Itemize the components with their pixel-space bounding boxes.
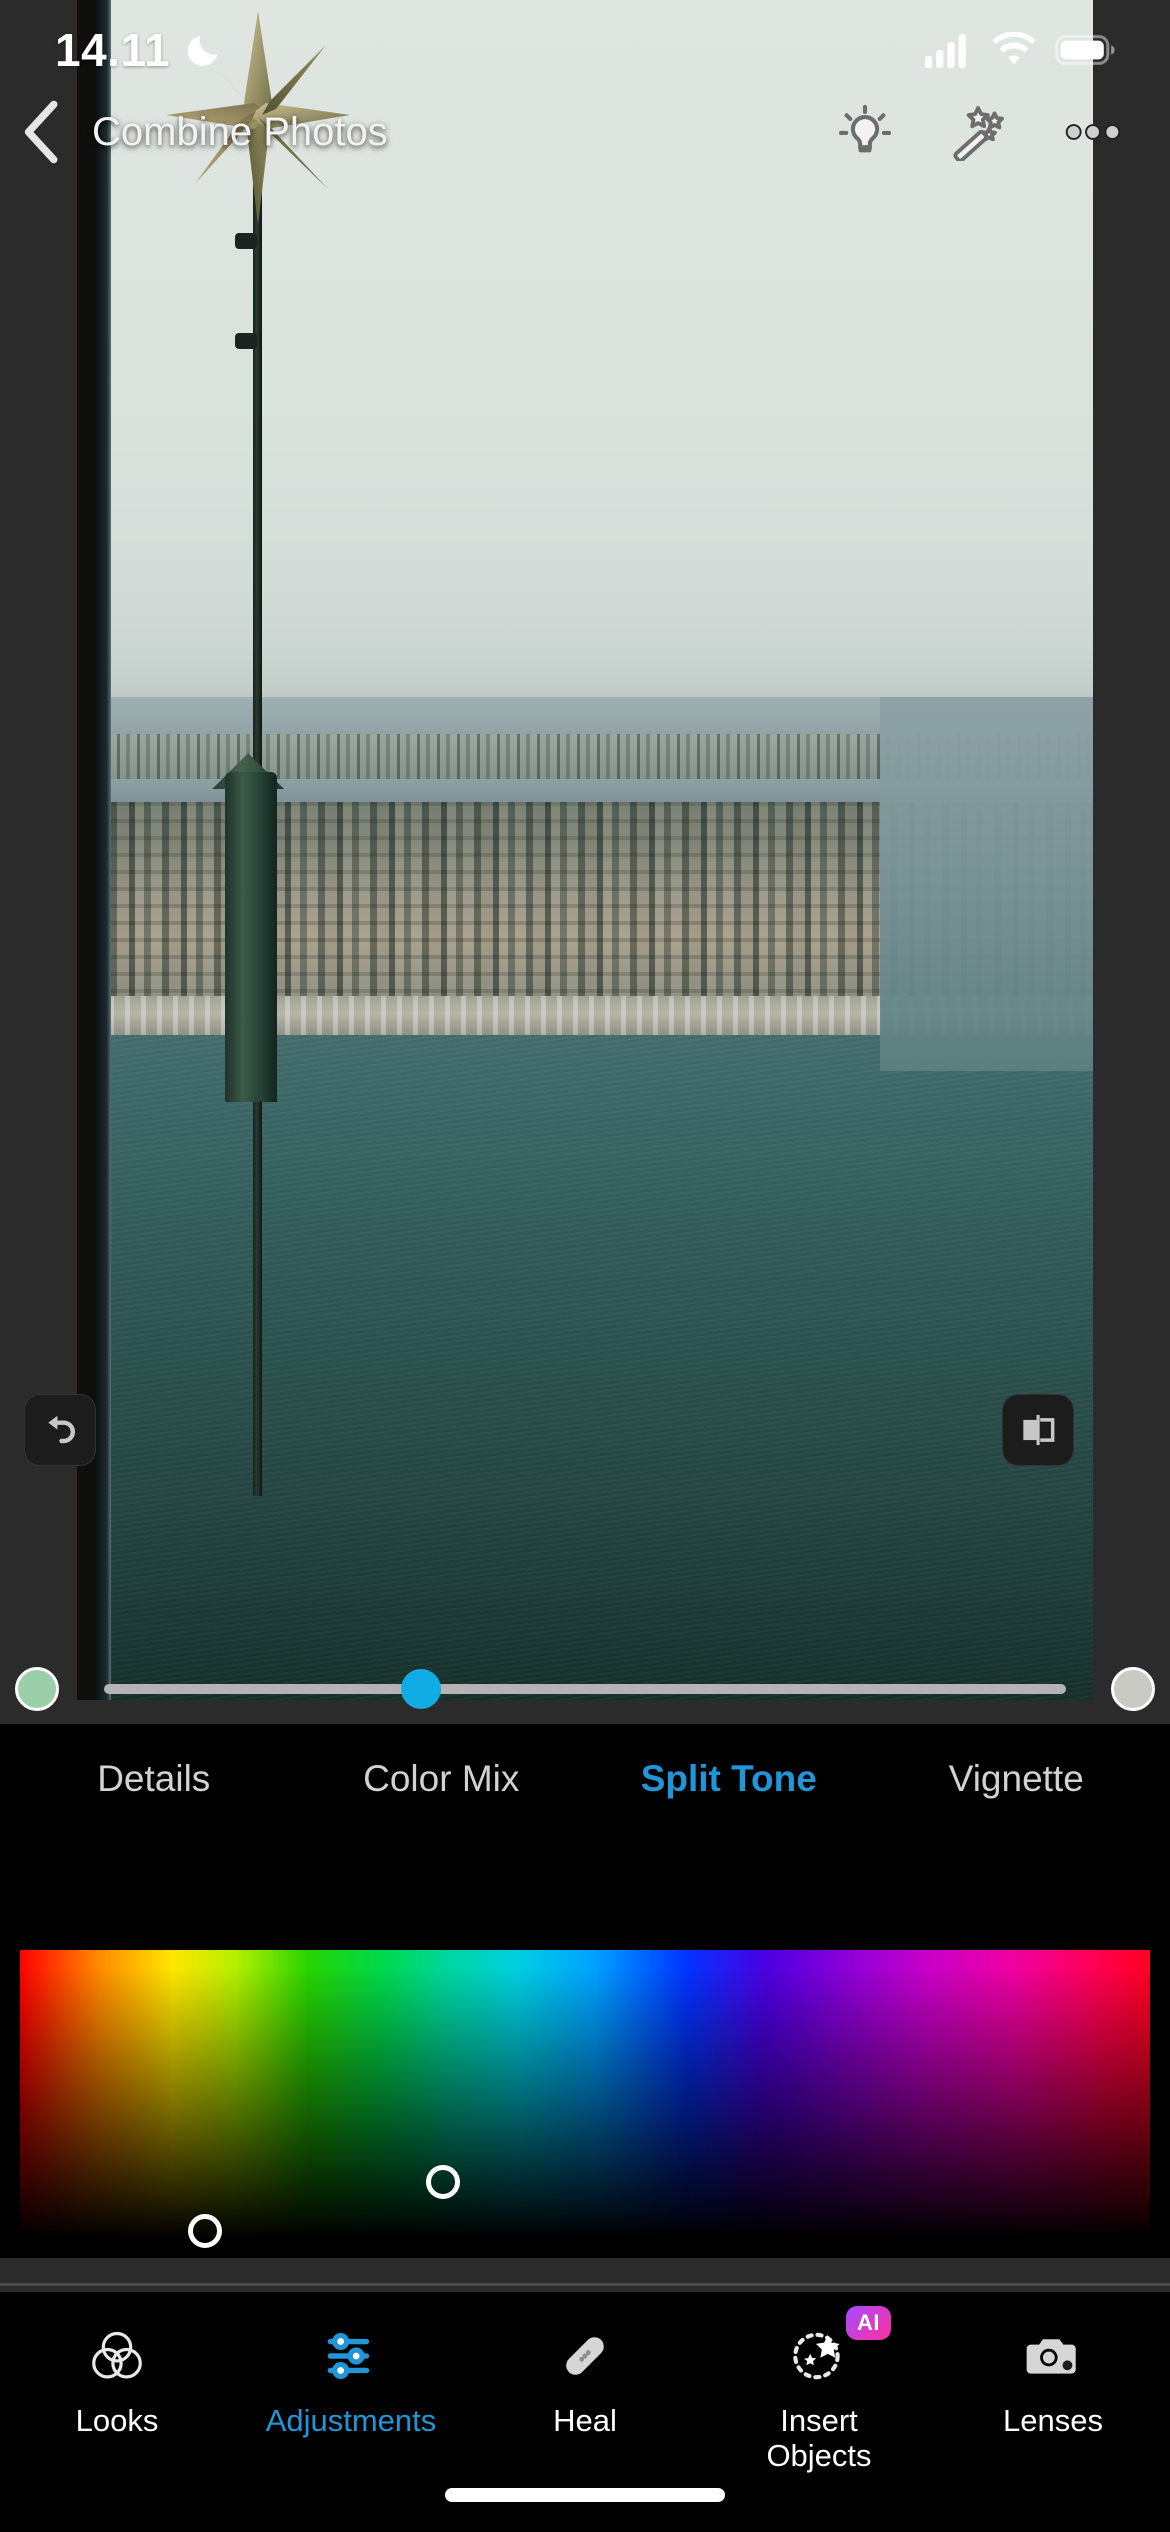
- lightbulb-icon: [839, 104, 891, 153]
- photo-pole-knob-lower: [235, 333, 258, 350]
- status-bar: 14.11: [0, 0, 1170, 100]
- bandage-icon: [554, 2314, 616, 2398]
- nav-item-heal[interactable]: Heal: [468, 2314, 702, 2439]
- battery-full-icon: [1055, 35, 1115, 65]
- crescent-moon-icon: [187, 36, 218, 66]
- photo-pole-knob-upper: [235, 232, 258, 249]
- more-options-button[interactable]: [1062, 101, 1124, 163]
- undo-arrow-icon: [48, 1415, 76, 1444]
- magic-wand-icon: [953, 106, 1004, 161]
- app-screen: 14.11 Combine Photos Details Color Mix S…: [0, 0, 1170, 2532]
- nav-item-insert-objects[interactable]: AI Insert Objects: [702, 2306, 936, 2473]
- photo-image: [77, 0, 1093, 1700]
- split-tone-color-field[interactable]: [20, 1950, 1150, 2248]
- tab-details[interactable]: Details: [10, 1758, 298, 1800]
- shadows-color-picker[interactable]: [188, 2213, 223, 2248]
- before-after-split-icon: [1023, 1414, 1055, 1446]
- tab-color-mix[interactable]: Color Mix: [298, 1758, 586, 1800]
- highlights-color-picker[interactable]: [425, 2164, 460, 2199]
- page-title: Combine Photos: [92, 109, 388, 154]
- camera-icon: [1022, 2314, 1084, 2398]
- venn-circles-icon: [86, 2314, 148, 2398]
- status-bar-left: 14.11: [55, 23, 224, 77]
- nav-label-adjustments: Adjustments: [265, 2403, 437, 2438]
- nav-label-heal: Heal: [553, 2403, 617, 2438]
- discover-tips-button[interactable]: [834, 101, 896, 163]
- compare-before-after-button[interactable]: [1002, 1394, 1074, 1466]
- sliders-icon: [320, 2314, 382, 2398]
- home-indicator[interactable]: [445, 2488, 725, 2502]
- status-bar-right: [925, 32, 1115, 68]
- nav-label-lenses: Lenses: [1003, 2403, 1103, 2438]
- auto-enhance-button[interactable]: [948, 101, 1010, 163]
- status-clock: 14.11: [55, 24, 171, 76]
- panel-divider: [0, 2283, 1170, 2286]
- top-app-bar: Combine Photos: [0, 88, 1170, 176]
- balance-track-wrap[interactable]: [104, 1667, 1066, 1711]
- nav-label-insert-objects: Insert Objects: [766, 2403, 872, 2473]
- balance-track[interactable]: [104, 1684, 1066, 1694]
- photo-foreground-water: [77, 1035, 1093, 1700]
- photo-right-water: [879, 697, 1093, 1071]
- photo-pole-base: [225, 771, 278, 1102]
- adjustment-tabs: Details Color Mix Split Tone Vignette: [0, 1724, 1170, 1834]
- sparkle-selection-icon: AI: [788, 2306, 891, 2398]
- edited-photo[interactable]: [77, 0, 1093, 1700]
- shadows-color-swatch[interactable]: [15, 1667, 59, 1711]
- cellular-signal-icon: [925, 34, 966, 68]
- tab-vignette[interactable]: Vignette: [873, 1758, 1161, 1800]
- nav-item-lenses[interactable]: Lenses: [936, 2314, 1170, 2439]
- tab-split-tone[interactable]: Split Tone: [585, 1758, 873, 1800]
- back-button[interactable]: [0, 88, 80, 176]
- balance-knob[interactable]: [401, 1669, 442, 1709]
- nav-label-looks: Looks: [75, 2403, 159, 2438]
- nav-item-looks[interactable]: Looks: [0, 2314, 234, 2439]
- chevron-left-icon: [24, 100, 58, 164]
- ai-badge: AI: [846, 2306, 891, 2340]
- nav-item-adjustments[interactable]: Adjustments: [234, 2314, 468, 2439]
- ellipsis-icon: [1065, 124, 1121, 140]
- undo-button[interactable]: [24, 1394, 96, 1466]
- highlights-color-swatch[interactable]: [1111, 1667, 1155, 1711]
- split-tone-balance-slider[interactable]: [0, 1654, 1170, 1724]
- wifi-icon: [992, 32, 1036, 65]
- photo-canvas[interactable]: [0, 0, 1170, 1700]
- hue-brightness-gradient[interactable]: [20, 1950, 1150, 2238]
- top-bar-actions: [834, 101, 1170, 163]
